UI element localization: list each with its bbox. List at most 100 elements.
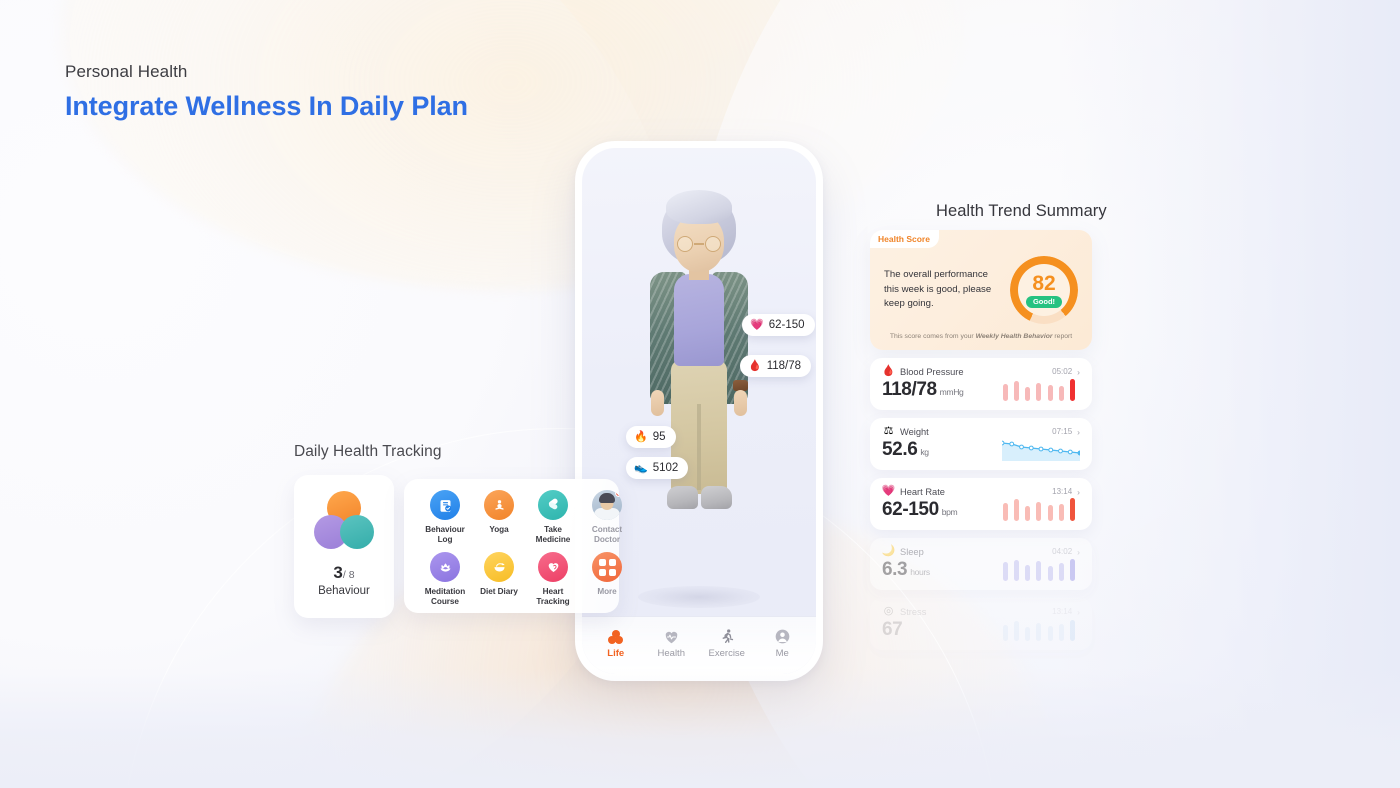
app-behaviour-log-label: Behaviour Log bbox=[425, 525, 465, 544]
blood-pressure-badge[interactable]: 🩸 118/78 bbox=[740, 355, 812, 377]
metric-sparkline bbox=[1002, 617, 1080, 641]
page-header: Personal Health Integrate Wellness In Da… bbox=[65, 62, 468, 122]
behaviour-summary-card[interactable]: 3/ 8 Behaviour bbox=[294, 475, 394, 618]
character-shadow bbox=[638, 586, 760, 608]
tab-health-label: Health bbox=[657, 648, 685, 659]
app-behaviour-log[interactable]: Behaviour Log bbox=[418, 490, 472, 552]
health-score-description: The overall performance this week is goo… bbox=[884, 268, 992, 310]
metric-row[interactable]: ⚖ Weight 07:15 › 52.6 kg bbox=[870, 418, 1092, 470]
metric-row[interactable]: ◎ Stress 13:14 › 67 bbox=[870, 598, 1092, 650]
chevron-right-icon[interactable]: › bbox=[1077, 607, 1080, 617]
sparkline-bar bbox=[1014, 381, 1020, 401]
chevron-right-icon[interactable]: › bbox=[1077, 427, 1080, 437]
steps-badge[interactable]: 👟 5102 bbox=[626, 457, 689, 479]
app-heart-tracking-label: Heart Tracking bbox=[536, 587, 570, 606]
metric-name: Weight bbox=[900, 426, 929, 437]
metric-time: 04:02 bbox=[1052, 547, 1073, 556]
heart-rate-badge-value: 62-150 bbox=[768, 319, 805, 331]
metric-row[interactable]: 🌙 Sleep 04:02 › 6.3 hours bbox=[870, 538, 1092, 590]
metric-sparkline bbox=[1002, 497, 1080, 521]
trefoil-icon bbox=[608, 628, 624, 645]
tab-life[interactable]: Life bbox=[588, 628, 644, 659]
avatar bbox=[592, 490, 622, 520]
background-edge-right bbox=[1060, 0, 1400, 788]
background-warm-glow-top bbox=[60, 0, 960, 290]
chevron-right-icon[interactable]: › bbox=[1077, 547, 1080, 557]
tab-health[interactable]: Health bbox=[644, 628, 700, 659]
health-score-badge: Good! bbox=[1025, 295, 1063, 308]
sparkline-bar bbox=[1003, 625, 1008, 641]
metric-unit: kg bbox=[920, 447, 929, 457]
sparkline-bar bbox=[1047, 385, 1053, 401]
character-shoe-right bbox=[701, 486, 732, 509]
sparkline-bar bbox=[1025, 565, 1031, 581]
footnote-prefix: This score comes from your bbox=[889, 333, 976, 340]
app-yoga[interactable]: Yoga bbox=[472, 490, 526, 552]
health-score-card[interactable]: Health Score The overall performance thi… bbox=[870, 230, 1092, 350]
tab-life-label: Life bbox=[607, 648, 625, 659]
metric-value-number: 52.6 bbox=[882, 439, 918, 460]
sparkline-bar bbox=[1003, 384, 1008, 401]
sparkline-bar bbox=[1069, 620, 1075, 641]
blood-drop-icon: 🩸 bbox=[748, 359, 762, 372]
sparkline-bar bbox=[1047, 566, 1053, 581]
footnote-emphasis: Weekly Health Behavior bbox=[975, 333, 1053, 340]
app-diet-diary[interactable]: Diet Diary bbox=[472, 552, 526, 614]
heart-hand-icon bbox=[538, 552, 568, 582]
metric-name: Sleep bbox=[900, 546, 924, 557]
tab-me-label: Me bbox=[775, 648, 789, 659]
chevron-right-icon[interactable]: › bbox=[1077, 487, 1080, 497]
sparkline-bar bbox=[1058, 504, 1064, 521]
phone-tab-bar: Life Health Exercise Me bbox=[582, 616, 816, 674]
app-meditation-course-label: Meditation Course bbox=[424, 587, 466, 606]
character-pants-seam bbox=[697, 404, 701, 490]
sparkline-bar bbox=[1069, 559, 1075, 581]
sparkline-bar bbox=[1014, 560, 1020, 581]
app-more-label: More bbox=[597, 587, 617, 596]
health-score-value: 82 bbox=[1032, 271, 1056, 295]
yoga-icon bbox=[484, 490, 514, 520]
sparkline-bar bbox=[1036, 502, 1042, 521]
tab-me[interactable]: Me bbox=[755, 628, 811, 659]
daily-health-tracking-title: Daily Health Tracking bbox=[294, 443, 442, 460]
metric-name: Stress bbox=[900, 606, 927, 617]
app-heart-tracking[interactable]: Heart Tracking bbox=[526, 552, 580, 614]
bowl-icon bbox=[484, 552, 514, 582]
sparkline-bar bbox=[1025, 387, 1031, 401]
calories-badge[interactable]: 🔥 95 bbox=[626, 426, 676, 448]
metric-unit: hours bbox=[910, 567, 930, 577]
app-diet-diary-label: Diet Diary bbox=[480, 587, 518, 596]
health-score-chip: Health Score bbox=[870, 230, 939, 248]
metric-row[interactable]: 🩸 Blood Pressure 05:02 › 118/78 mmHg bbox=[870, 358, 1092, 410]
heart-pulse-icon bbox=[664, 628, 679, 645]
sparkline-bar bbox=[1003, 503, 1008, 521]
clipboard-check-icon bbox=[430, 490, 460, 520]
chevron-right-icon[interactable]: › bbox=[1077, 367, 1080, 377]
character-hair-top bbox=[666, 190, 732, 224]
sparkline-bar bbox=[1058, 386, 1064, 401]
character-shoe-left bbox=[667, 486, 698, 509]
doctor-avatar-icon bbox=[592, 490, 622, 520]
app-meditation-course[interactable]: Meditation Course bbox=[418, 552, 472, 614]
metric-value-number: 62-150 bbox=[882, 499, 939, 520]
grid-more-icon bbox=[592, 552, 622, 582]
health-trend-panel: Health Score The overall performance thi… bbox=[870, 230, 1092, 650]
shoe-icon: 👟 bbox=[634, 461, 648, 474]
flame-icon: 🔥 bbox=[634, 430, 648, 443]
tab-exercise[interactable]: Exercise bbox=[699, 628, 755, 659]
page-title: Integrate Wellness In Daily Plan bbox=[65, 91, 468, 121]
metric-value-number: 118/78 bbox=[882, 379, 937, 400]
steps-badge-value: 5102 bbox=[652, 462, 679, 474]
app-contact-doctor[interactable]: Contact Doctor bbox=[580, 490, 634, 552]
footnote-suffix: report bbox=[1052, 333, 1073, 340]
heart-pulse-icon: 💗 bbox=[750, 318, 764, 331]
metric-row[interactable]: 💗 Heart Rate 13:14 › 62-150 bpm bbox=[870, 478, 1092, 530]
heart-rate-badge[interactable]: 💗 62-150 bbox=[742, 314, 815, 336]
app-more[interactable]: More bbox=[580, 552, 634, 614]
tab-exercise-label: Exercise bbox=[708, 648, 745, 659]
health-trend-summary-title: Health Trend Summary bbox=[936, 202, 1107, 220]
running-icon bbox=[720, 628, 734, 645]
metric-unit: bpm bbox=[941, 507, 958, 517]
metric-time: 13:14 bbox=[1052, 607, 1073, 616]
app-take-medicine[interactable]: Take Medicine bbox=[526, 490, 580, 552]
